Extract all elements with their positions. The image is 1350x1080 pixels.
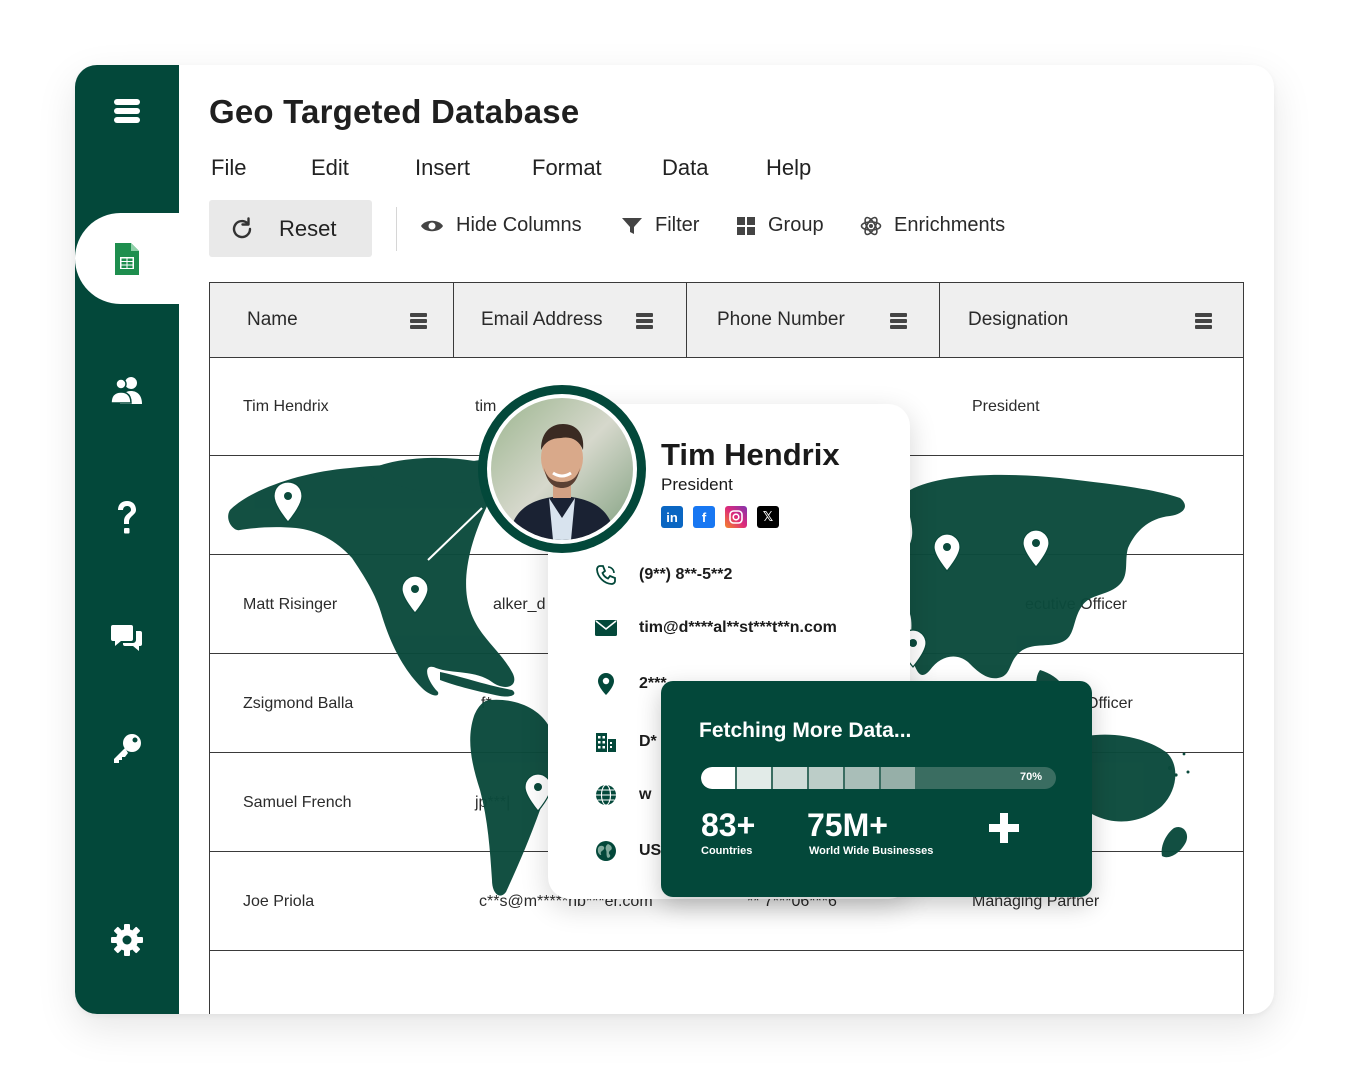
table-header: Name Email Address Phone Number Designat… [210, 283, 1243, 358]
profile-name: Tim Hendrix [661, 437, 840, 472]
profile-country: US [595, 840, 661, 862]
filter-icon [622, 217, 642, 234]
reset-button[interactable]: Reset [209, 200, 372, 257]
social-links: in f 𝕏 [661, 506, 779, 528]
group-label: Group [768, 214, 824, 236]
profile-company-value: D* [639, 733, 657, 750]
building-icon [595, 731, 617, 753]
profile-website: w [595, 784, 651, 806]
profile-phone-value: (9**) 8**-5**2 [639, 566, 733, 583]
reset-label: Reset [279, 215, 337, 241]
filter-button[interactable]: Filter [621, 214, 699, 237]
toolbar-divider [396, 207, 397, 251]
location-icon [595, 673, 617, 695]
fetching-data-card: Fetching More Data... 70% 83+ Countries … [661, 681, 1092, 897]
column-header-designation[interactable]: Designation [968, 283, 1068, 357]
earth-icon [595, 840, 617, 862]
progress-bar: 70% [701, 767, 1056, 789]
progress-segment [737, 767, 771, 789]
new-zealand-landmass [1161, 826, 1188, 858]
eye-icon [421, 220, 443, 231]
column-header-email[interactable]: Email Address [481, 283, 602, 357]
plus-icon[interactable] [987, 811, 1021, 845]
profile-company: D* [595, 731, 657, 753]
profile-title: President [661, 475, 733, 494]
instagram-icon[interactable] [725, 506, 747, 528]
gear-icon[interactable] [75, 913, 179, 967]
menu-file[interactable]: File [211, 155, 246, 181]
hide-columns-button[interactable]: Hide Columns [420, 214, 582, 237]
column-menu-icon[interactable] [890, 313, 907, 329]
stat-countries-value: 83+ [701, 807, 756, 843]
eurasia-landmass [893, 474, 1185, 679]
avatar [478, 385, 646, 553]
progress-segment [809, 767, 843, 789]
progress-segment [881, 767, 915, 789]
stat-businesses-value: 75M+ [807, 807, 888, 843]
column-divider[interactable] [686, 283, 687, 357]
profile-country-value: US [639, 842, 662, 859]
progress-percent: 70% [1019, 771, 1042, 783]
menu-edit[interactable]: Edit [311, 155, 349, 181]
profile-address: 2*** [595, 673, 667, 695]
stat-businesses-label: World Wide Businesses [809, 845, 934, 857]
north-america-landmass [228, 460, 515, 696]
profile-email-value: tim@d****al**st***t**n.com [639, 619, 837, 636]
grid-icon [737, 216, 755, 235]
facebook-icon[interactable]: f [693, 506, 715, 528]
database-icon[interactable] [75, 84, 179, 138]
profile-photo-icon [491, 398, 633, 540]
column-menu-icon[interactable] [410, 313, 427, 329]
progress-segment [773, 767, 807, 789]
column-divider[interactable] [939, 283, 940, 357]
menu-help[interactable]: Help [766, 155, 811, 181]
profile-phone: (9**) 8**-5**2 [595, 564, 732, 586]
column-divider[interactable] [453, 283, 454, 357]
x-icon[interactable]: 𝕏 [757, 506, 779, 528]
column-menu-icon[interactable] [636, 313, 653, 329]
linkedin-icon[interactable]: in [661, 506, 683, 528]
toolbar: Reset Hide Columns Filter Group Enrichme… [209, 200, 1209, 257]
filter-label: Filter [655, 214, 700, 236]
column-menu-icon[interactable] [1195, 313, 1212, 329]
column-header-phone[interactable]: Phone Number [717, 283, 845, 357]
enrichments-button[interactable]: Enrichments [860, 214, 1005, 237]
menu-data[interactable]: Data [662, 155, 708, 181]
phone-icon [595, 564, 617, 586]
hide-columns-label: Hide Columns [456, 214, 582, 236]
refresh-icon [232, 216, 252, 238]
group-button[interactable]: Group [736, 214, 824, 237]
menu-format[interactable]: Format [532, 155, 602, 181]
enrichments-label: Enrichments [894, 214, 1006, 236]
spreadsheet-icon [115, 242, 139, 275]
menu-insert[interactable]: Insert [415, 155, 470, 181]
page-title: Geo Targeted Database [209, 93, 580, 130]
atom-icon [860, 216, 882, 235]
profile-website-value: w [639, 786, 652, 803]
fetching-title: Fetching More Data... [699, 719, 912, 742]
column-header-name[interactable]: Name [247, 283, 298, 357]
email-icon [595, 617, 617, 639]
stat-countries-label: Countries [701, 845, 753, 857]
globe-icon [595, 784, 617, 806]
sidebar-item-spreadsheet[interactable] [75, 213, 179, 304]
profile-email: tim@d****al**st***t**n.com [595, 617, 837, 639]
progress-segment [845, 767, 879, 789]
progress-segment [701, 767, 735, 789]
